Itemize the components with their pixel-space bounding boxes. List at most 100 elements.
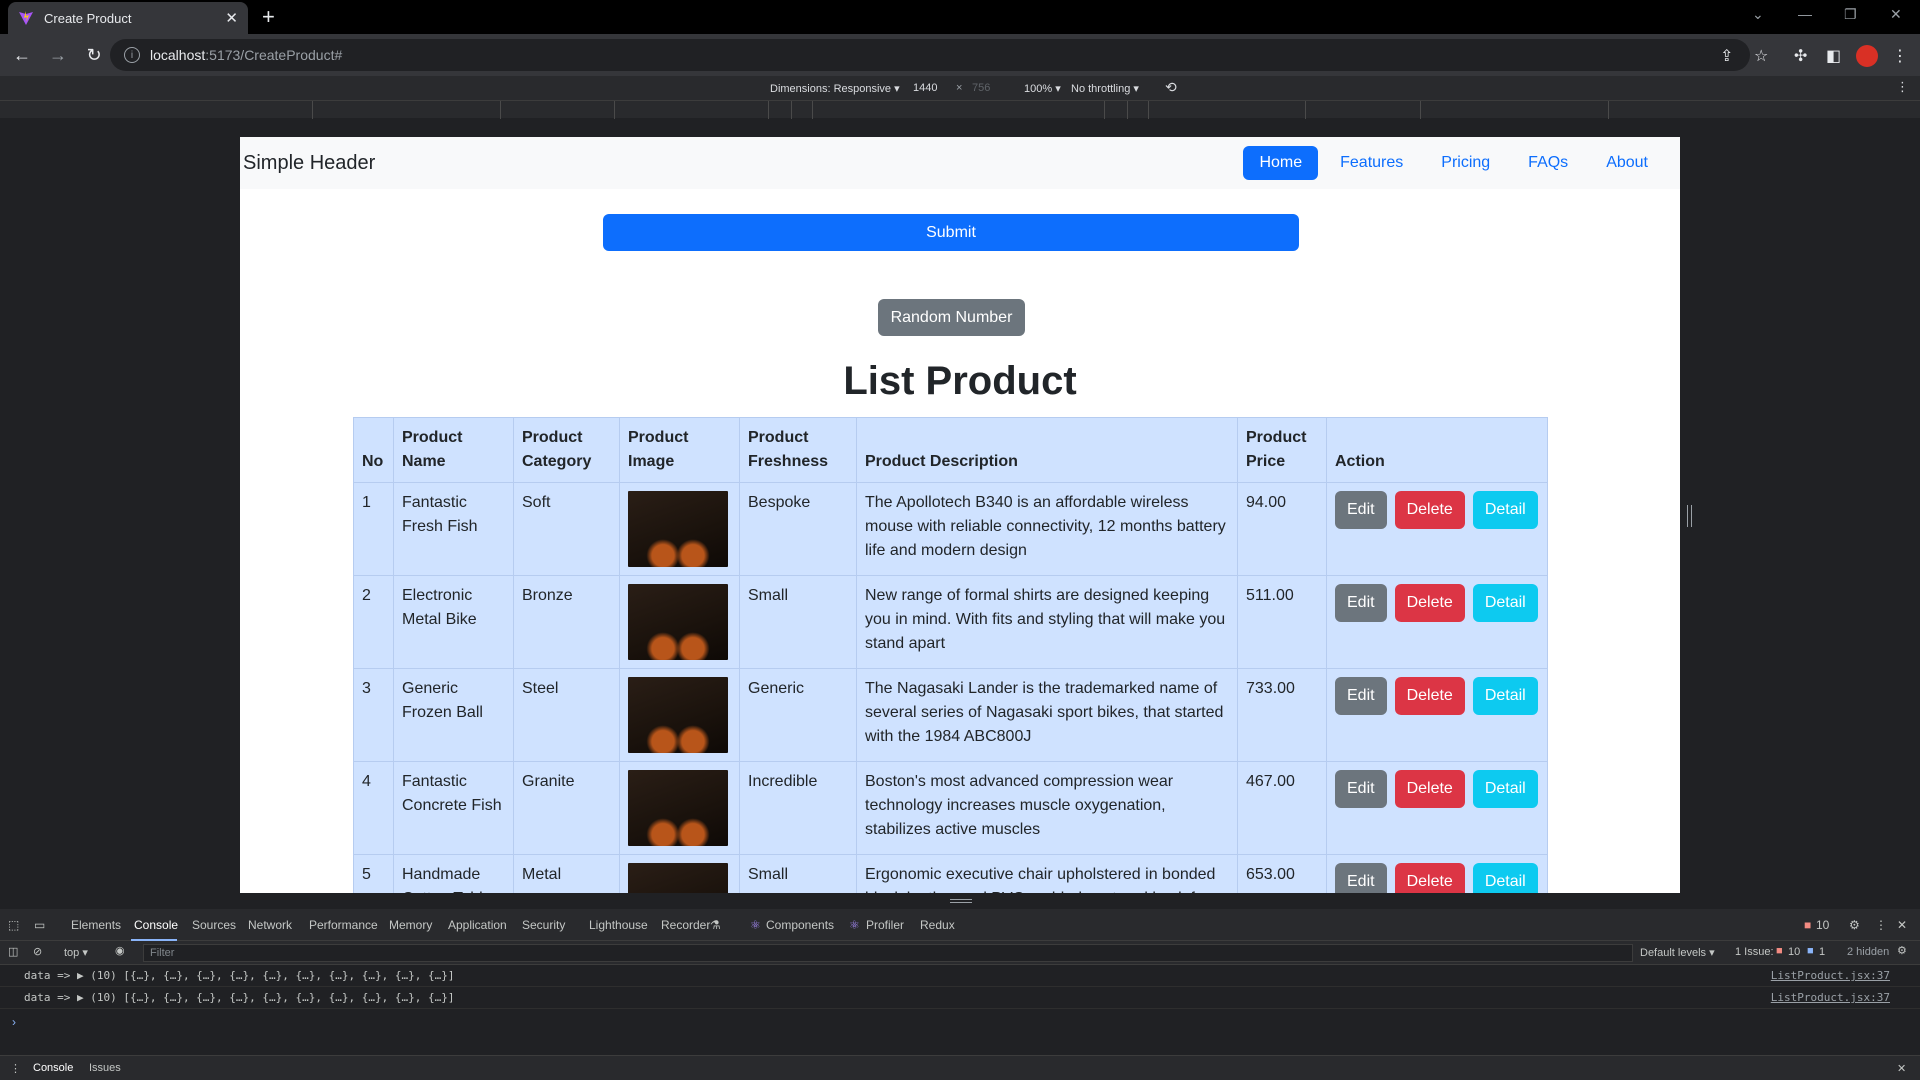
dimensions-select[interactable]: Dimensions: Responsive ▾: [770, 82, 900, 95]
console-message[interactable]: data => ▶ (10) [{…}, {…}, {…}, {…}, {…},…: [0, 965, 1920, 987]
detail-button[interactable]: Detail: [1472, 491, 1538, 529]
detail-button[interactable]: Detail: [1472, 677, 1538, 715]
error-count[interactable]: 10: [1816, 918, 1829, 932]
side-panel-icon[interactable]: ◧: [1826, 46, 1841, 66]
nav-features[interactable]: Features: [1324, 146, 1419, 180]
detail-button[interactable]: Detail: [1472, 584, 1538, 622]
cell-image: [619, 668, 740, 762]
devtools-tab-profiler[interactable]: Profiler: [866, 918, 904, 932]
address-bar[interactable]: i localhost:5173/CreateProduct#: [110, 39, 1750, 71]
inspect-icon[interactable]: ⬚: [8, 918, 19, 932]
cell-name: Handmade Cotton Table: [393, 854, 514, 893]
tab-title: Create Product: [44, 10, 132, 26]
bookmark-star-icon[interactable]: ☆: [1754, 46, 1768, 66]
live-expression-eye-icon[interactable]: ◉: [115, 944, 125, 957]
brand-title[interactable]: Simple Header: [243, 152, 375, 175]
log-levels-select[interactable]: Default levels ▾: [1640, 946, 1715, 959]
forward-icon[interactable]: →: [44, 41, 72, 69]
nav-faqs[interactable]: FAQs: [1512, 146, 1584, 180]
delete-button[interactable]: Delete: [1394, 770, 1465, 808]
drawer-tab-issues[interactable]: Issues: [89, 1062, 121, 1074]
error-count-icon[interactable]: ■: [1804, 918, 1811, 932]
devtools-tab-application[interactable]: Application: [448, 918, 507, 932]
zoom-select[interactable]: 100% ▾: [1024, 82, 1061, 95]
browser-tab[interactable]: Create Product ✕: [8, 2, 248, 34]
new-tab-icon[interactable]: +: [262, 4, 275, 30]
edit-button[interactable]: Edit: [1335, 491, 1387, 529]
console-message[interactable]: data => ▶ (10) [{…}, {…}, {…}, {…}, {…},…: [0, 987, 1920, 1009]
console-source-link[interactable]: ListProduct.jsx:37: [1771, 991, 1890, 1004]
ruler-tick: [1148, 101, 1149, 119]
extensions-icon[interactable]: ✣: [1794, 46, 1807, 66]
edit-button[interactable]: Edit: [1335, 770, 1387, 808]
tab-search-icon[interactable]: ⌄: [1752, 6, 1764, 23]
drawer-menu-icon[interactable]: ⋮: [10, 1062, 21, 1075]
hidden-count: 2 hidden: [1847, 946, 1890, 958]
console-source-link[interactable]: ListProduct.jsx:37: [1771, 969, 1890, 982]
devtools-resize-bar[interactable]: [0, 893, 1920, 909]
nav-pricing[interactable]: Pricing: [1425, 146, 1506, 180]
delete-button[interactable]: Delete: [1394, 863, 1465, 893]
devtools-tab-performance[interactable]: Performance: [309, 918, 378, 932]
edit-button[interactable]: Edit: [1335, 677, 1387, 715]
cell-image: [619, 482, 740, 576]
devtools-tab-components[interactable]: Components: [766, 918, 834, 932]
site-info-icon[interactable]: i: [124, 47, 140, 63]
detail-button[interactable]: Detail: [1472, 770, 1538, 808]
profile-avatar[interactable]: [1856, 45, 1878, 67]
viewport-height-input[interactable]: 756: [972, 82, 990, 94]
devtools-tab-sources[interactable]: Sources: [192, 918, 236, 932]
window-close-icon[interactable]: ✕: [1890, 6, 1902, 23]
throttling-select[interactable]: No throttling ▾: [1071, 82, 1139, 95]
drag-grip-icon[interactable]: [950, 899, 972, 903]
console-prompt-icon[interactable]: ›: [12, 1015, 16, 1029]
back-icon[interactable]: ←: [8, 41, 36, 69]
random-number-button[interactable]: Random Number: [878, 299, 1025, 336]
sidebar-toggle-icon[interactable]: ◫: [8, 945, 18, 958]
list-product-title: List Product: [843, 359, 1077, 403]
console-filter-bar: ◫ ⊘ top ▾ ◉ Filter Default levels ▾ 1 Is…: [0, 941, 1920, 965]
drawer-close-icon[interactable]: ✕: [1897, 1062, 1906, 1075]
tab-close-icon[interactable]: ✕: [225, 9, 238, 27]
minimize-icon[interactable]: —: [1798, 6, 1812, 22]
devtools-tab-console[interactable]: Console: [134, 918, 178, 932]
devtools-tab-redux[interactable]: Redux: [920, 918, 955, 932]
viewport-width-input[interactable]: 1440: [913, 82, 937, 94]
devtools-tab-network[interactable]: Network: [248, 918, 292, 932]
rotate-icon[interactable]: ⟲: [1165, 79, 1177, 96]
devtools-tab-elements[interactable]: Elements: [71, 918, 121, 932]
devtools-tab-security[interactable]: Security: [522, 918, 565, 932]
issue-error-count[interactable]: 10: [1788, 946, 1800, 958]
share-icon[interactable]: ⇪: [1720, 46, 1733, 66]
devtools-close-icon[interactable]: ✕: [1897, 918, 1907, 932]
browser-menu-icon[interactable]: ⋮: [1892, 46, 1908, 66]
product-table: No Product Name Product Category Product…: [353, 417, 1548, 893]
console-filter-input[interactable]: Filter: [143, 944, 1633, 962]
device-toolbar-menu-icon[interactable]: ⋮: [1896, 79, 1909, 95]
console-settings-gear-icon[interactable]: ⚙: [1897, 944, 1907, 957]
viewport-resize-handle[interactable]: [1687, 505, 1692, 527]
submit-button[interactable]: Submit: [603, 214, 1299, 251]
nav-about[interactable]: About: [1590, 146, 1664, 180]
context-select[interactable]: top ▾: [64, 946, 88, 959]
cell-actions: Edit Delete Detail: [1326, 482, 1548, 576]
devtools-tab-memory[interactable]: Memory: [389, 918, 432, 932]
devtools-menu-icon[interactable]: ⋮: [1875, 918, 1887, 932]
device-toggle-icon[interactable]: ▭: [34, 918, 45, 932]
nav-home[interactable]: Home: [1243, 146, 1319, 180]
issue-info-count[interactable]: 1: [1819, 946, 1825, 958]
clear-console-icon[interactable]: ⊘: [33, 945, 42, 958]
delete-button[interactable]: Delete: [1394, 491, 1465, 529]
delete-button[interactable]: Delete: [1394, 584, 1465, 622]
drawer-tab-console[interactable]: Console: [33, 1062, 73, 1074]
edit-button[interactable]: Edit: [1335, 584, 1387, 622]
edit-button[interactable]: Edit: [1335, 863, 1387, 893]
devtools-tab-recorder[interactable]: Recorder: [661, 918, 710, 932]
reload-icon[interactable]: ↻: [80, 41, 108, 69]
restore-icon[interactable]: ❐: [1844, 6, 1857, 23]
issues-label[interactable]: 1 Issue:: [1735, 946, 1774, 958]
settings-gear-icon[interactable]: ⚙: [1849, 918, 1860, 932]
detail-button[interactable]: Detail: [1472, 863, 1538, 893]
devtools-tab-lighthouse[interactable]: Lighthouse: [589, 918, 648, 932]
delete-button[interactable]: Delete: [1394, 677, 1465, 715]
